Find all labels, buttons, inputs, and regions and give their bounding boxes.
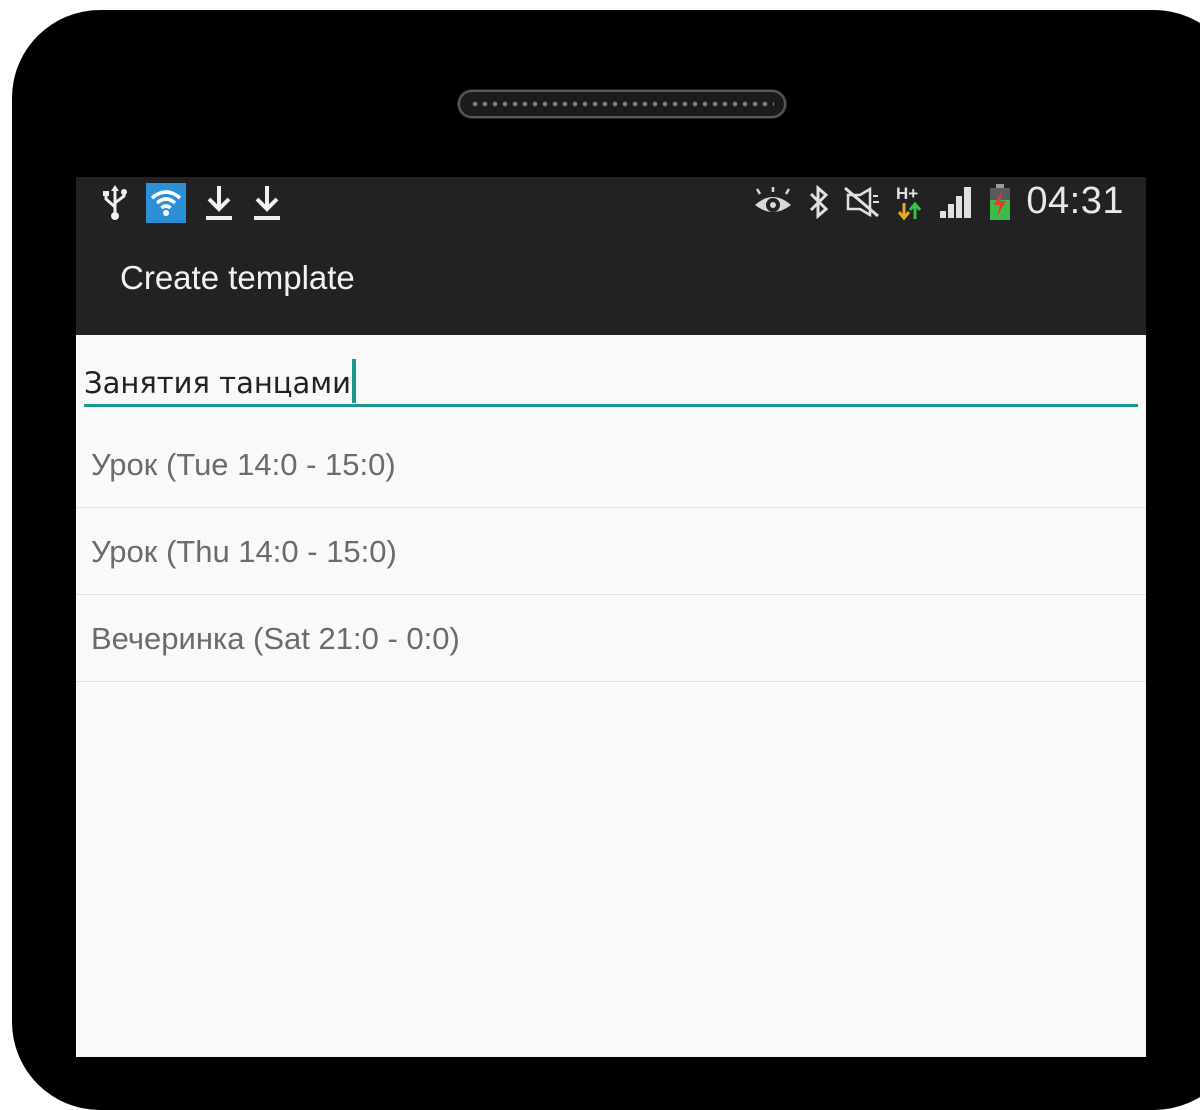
template-name-value: Занятия танцами xyxy=(84,366,352,400)
mute-icon xyxy=(844,186,880,217)
template-name-field[interactable]: Занятия танцами xyxy=(84,335,1138,407)
list-item-label: Урок (Thu 14:0 - 15:0) xyxy=(91,534,397,569)
signal-icon xyxy=(938,185,974,219)
eye-icon xyxy=(752,186,794,217)
action-bar: Create template xyxy=(76,223,1146,335)
page-title: Create template xyxy=(120,259,355,296)
list-item[interactable]: Урок (Thu 14:0 - 15:0) xyxy=(76,508,1146,595)
device-screen: H+ 04:31 Create template Занятия танцами… xyxy=(76,177,1146,1057)
list-item[interactable]: Урок (Tue 14:0 - 15:0) xyxy=(76,421,1146,508)
svg-text:H+: H+ xyxy=(896,184,918,203)
list-item-label: Урок (Tue 14:0 - 15:0) xyxy=(91,447,396,482)
download-icon xyxy=(252,184,282,222)
text-cursor xyxy=(352,359,357,403)
wifi-icon xyxy=(146,183,186,223)
list-item[interactable]: Вечеринка (Sat 21:0 - 0:0) xyxy=(76,595,1146,682)
battery-icon xyxy=(988,183,1012,221)
list-item-label: Вечеринка (Sat 21:0 - 0:0) xyxy=(91,621,460,656)
usb-icon xyxy=(102,185,128,221)
event-list: Урок (Tue 14:0 - 15:0) Урок (Thu 14:0 - … xyxy=(76,421,1146,682)
status-clock: 04:31 xyxy=(1026,180,1124,222)
earpiece-speaker xyxy=(458,90,786,118)
bluetooth-icon xyxy=(808,184,830,219)
status-bar: H+ 04:31 xyxy=(76,177,1146,223)
hplus-data-icon: H+ xyxy=(894,183,924,221)
download-icon xyxy=(204,184,234,222)
template-form: Занятия танцами Урок (Tue 14:0 - 15:0) У… xyxy=(76,335,1146,682)
